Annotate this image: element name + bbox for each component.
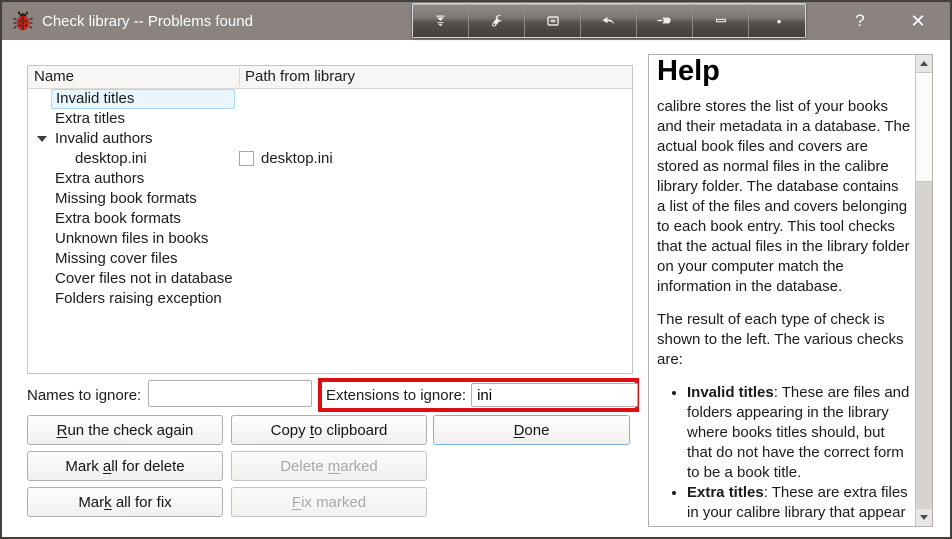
button-label: ix marked <box>301 493 367 511</box>
maximize-icon[interactable] <box>525 4 581 37</box>
row-checkbox[interactable] <box>239 151 254 166</box>
titlebar: Check library -- Problems found ? ✕ <box>2 2 950 40</box>
selected-row-highlight: Invalid titles <box>51 89 235 109</box>
button-label: Delete <box>280 457 328 475</box>
mnemonic: R <box>56 421 68 439</box>
row-label: Unknown files in books <box>55 230 209 247</box>
tree-row-cover-files-not-in-db[interactable]: Cover files not in database <box>28 269 632 289</box>
wrench-icon[interactable] <box>469 4 525 37</box>
column-divider[interactable] <box>239 68 240 86</box>
mnemonic: k <box>104 493 112 511</box>
row-path: desktop.ini <box>261 150 333 167</box>
check-library-dialog: Check library -- Problems found ? ✕ Name… <box>0 0 952 539</box>
help-bullet-extra-titles: Extra titles: These are extra files in y… <box>687 483 911 523</box>
run-check-again-button[interactable]: Run the check again <box>27 415 223 445</box>
extensions-to-ignore-input[interactable] <box>471 383 639 407</box>
button-label: arked <box>340 457 378 475</box>
resize-dot-icon[interactable] <box>749 4 805 37</box>
mnemonic: D <box>513 421 525 439</box>
row-label: Extra authors <box>55 170 145 187</box>
tree-row-extra-book-formats[interactable]: Extra book formats <box>28 209 632 229</box>
copy-to-clipboard-button[interactable]: Copy to clipboard <box>231 415 427 445</box>
help-button[interactable]: ? <box>838 2 882 40</box>
delete-marked-button: Delete m arked <box>231 451 427 481</box>
row-label: Invalid titles <box>56 90 135 107</box>
undo-icon[interactable] <box>581 4 637 37</box>
fix-marked-button: Fix marked <box>231 487 427 517</box>
bullet-term: Invalid titles <box>687 384 774 401</box>
mark-all-for-fix-button[interactable]: Mar k all for fix <box>27 487 223 517</box>
button-label: un the check again <box>67 421 194 439</box>
help-paragraph-2: The result of each type of check is show… <box>657 311 904 368</box>
help-panel: Help calibre stores the list of your boo… <box>648 54 933 527</box>
tree-row-missing-cover-files[interactable]: Missing cover files <box>28 249 632 269</box>
tree-row-invalid-authors[interactable]: Invalid authors <box>28 129 632 149</box>
tree-row-unknown-files[interactable]: Unknown files in books <box>28 229 632 249</box>
help-heading: Help <box>657 55 720 87</box>
window-title: Check library -- Problems found <box>42 12 253 30</box>
row-label: Missing cover files <box>55 250 178 267</box>
tree-row-extra-authors[interactable]: Extra authors <box>28 169 632 189</box>
scrollbar-thumb[interactable] <box>916 72 932 182</box>
pin-icon[interactable] <box>637 4 693 37</box>
tree-row-extra-titles[interactable]: Extra titles <box>28 109 632 129</box>
tree-row-invalid-titles[interactable]: Invalid titles <box>28 89 632 109</box>
done-button[interactable]: Done <box>433 415 630 445</box>
mark-all-for-delete-button[interactable]: Mark a ll for delete <box>27 451 223 481</box>
button-label: Copy <box>270 421 310 439</box>
help-bullet-list: Invalid titles: These are files and fold… <box>671 383 911 523</box>
row-label: Cover files not in database <box>55 270 233 287</box>
bullet-term: Extra titles <box>687 484 764 501</box>
scroll-down-icon[interactable] <box>916 509 932 526</box>
mnemonic: F <box>291 493 302 511</box>
names-to-ignore-label: Names to ignore: <box>27 387 142 404</box>
shade-icon[interactable] <box>413 4 469 37</box>
column-header-path[interactable]: Path from library <box>245 66 355 88</box>
help-content: Help calibre stores the list of your boo… <box>649 55 915 526</box>
names-to-ignore-input[interactable] <box>148 380 312 407</box>
button-label: one <box>524 421 550 439</box>
help-paragraph-1: calibre stores the list of your books an… <box>657 98 911 295</box>
button-label: all for fix <box>111 493 172 511</box>
row-label: Missing book formats <box>55 190 197 207</box>
bug-icon <box>13 11 33 31</box>
row-label: desktop.ini <box>75 150 147 167</box>
extensions-to-ignore-label: Extensions to ignore: <box>326 386 467 404</box>
button-label: Mar <box>78 493 105 511</box>
tree-row-folders-raising-exception[interactable]: Folders raising exception <box>28 289 632 309</box>
titlebar-toolbar <box>412 3 806 38</box>
tree-header: Name Path from library <box>28 66 632 89</box>
minimize-icon[interactable] <box>693 4 749 37</box>
tree-row-desktop-ini[interactable]: desktop.ini desktop.ini <box>28 149 632 169</box>
close-button[interactable]: ✕ <box>896 2 940 40</box>
expand-arrow-icon[interactable] <box>37 136 47 142</box>
help-bullet-invalid-titles: Invalid titles: These are files and fold… <box>687 383 911 483</box>
help-scrollbar[interactable] <box>915 55 932 526</box>
mnemonic: a <box>102 457 112 475</box>
problems-tree: Name Path from library Invalid titles Ex… <box>27 65 633 374</box>
mnemonic: m <box>327 457 341 475</box>
button-label: Mark <box>65 457 103 475</box>
button-label: ll for delete <box>111 457 185 475</box>
row-label: Extra book formats <box>55 210 181 227</box>
row-label: Folders raising exception <box>55 290 222 307</box>
row-label: Invalid authors <box>55 130 153 147</box>
row-label: Extra titles <box>55 110 126 127</box>
tree-row-missing-book-formats[interactable]: Missing book formats <box>28 189 632 209</box>
button-label: o clipboard <box>313 421 388 439</box>
annotation-highlight: Extensions to ignore: <box>318 378 639 412</box>
scroll-up-icon[interactable] <box>916 55 932 72</box>
column-header-name[interactable]: Name <box>34 66 74 88</box>
